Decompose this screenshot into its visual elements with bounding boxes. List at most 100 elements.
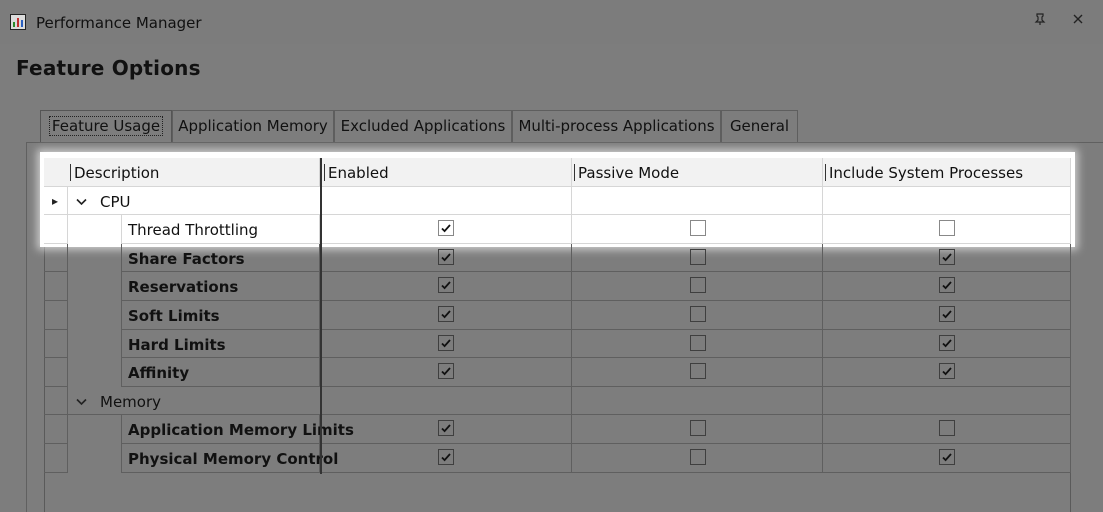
- system-cell: [823, 215, 1071, 244]
- system-checkbox[interactable]: [939, 220, 955, 237]
- row-selector[interactable]: [44, 415, 68, 444]
- grid-header-row: Description Enabled Passive Mode Include Sy…: [44, 158, 1071, 187]
- description-cell: Reservations: [122, 272, 320, 301]
- enabled-checkbox[interactable]: [438, 334, 454, 351]
- row-selector[interactable]: [44, 243, 68, 273]
- chevron-down-icon[interactable]: [76, 395, 87, 409]
- passive-checkbox[interactable]: [690, 220, 706, 237]
- row-selector[interactable]: [44, 444, 68, 473]
- column-header-passive-mode[interactable]: Passive Mode: [572, 158, 823, 187]
- system-checkbox[interactable]: [939, 363, 955, 380]
- close-icon[interactable]: [1068, 12, 1088, 30]
- group-row-memory[interactable]: Memory: [44, 386, 1071, 416]
- row-indent: [68, 329, 122, 359]
- enabled-checkbox[interactable]: [438, 220, 454, 237]
- row-selector[interactable]: [44, 272, 68, 301]
- passive-cell: [572, 272, 823, 301]
- passive-cell: [572, 444, 823, 473]
- enabled-cell: [320, 243, 572, 273]
- column-header-include-system-processes[interactable]: Include System Processes: [823, 158, 1071, 187]
- system-checkbox[interactable]: [939, 248, 955, 265]
- column-header-label: Enabled: [328, 164, 389, 182]
- passive-checkbox[interactable]: [690, 306, 706, 322]
- row-indent: [68, 243, 122, 273]
- system-checkbox[interactable]: [939, 449, 955, 465]
- column-divider: [320, 158, 322, 474]
- tab-general[interactable]: General: [721, 110, 798, 142]
- row-selector[interactable]: [44, 215, 68, 244]
- passive-checkbox[interactable]: [690, 248, 706, 265]
- passive-checkbox[interactable]: [690, 334, 706, 351]
- enabled-checkbox[interactable]: [438, 363, 454, 380]
- table-row[interactable]: Application Memory Limits: [44, 415, 1071, 444]
- description-cell: Thread Throttling: [122, 215, 320, 244]
- passive-checkbox[interactable]: [690, 420, 706, 437]
- table-row[interactable]: Affinity: [44, 358, 1071, 387]
- row-indent: [68, 358, 122, 387]
- column-header-label: Include System Processes: [829, 164, 1024, 182]
- feature-label: Thread Throttling: [128, 221, 259, 240]
- group-expander[interactable]: CPU: [68, 187, 320, 216]
- row-selector[interactable]: [44, 386, 68, 416]
- table-row[interactable]: Soft Limits: [44, 301, 1071, 330]
- enabled-cell: [320, 329, 572, 359]
- table-row[interactable]: Reservations: [44, 272, 1071, 301]
- row-selector[interactable]: ▸: [44, 186, 68, 216]
- enabled-checkbox[interactable]: [438, 449, 454, 465]
- system-checkbox[interactable]: [939, 420, 955, 437]
- description-cell: Hard Limits: [122, 329, 320, 359]
- column-separator: [70, 164, 71, 181]
- group-cell: [823, 186, 1071, 216]
- passive-checkbox[interactable]: [690, 363, 706, 380]
- column-header-label: Description: [74, 164, 160, 182]
- table-row[interactable]: Thread Throttling: [44, 215, 1071, 244]
- passive-checkbox[interactable]: [690, 277, 706, 294]
- chevron-down-icon[interactable]: [76, 195, 87, 209]
- title-bar: Performance Manager: [0, 0, 1103, 44]
- column-separator: [825, 164, 826, 181]
- enabled-cell: [320, 444, 572, 473]
- pin-icon[interactable]: [1030, 12, 1050, 30]
- table-row[interactable]: Physical Memory Control: [44, 444, 1071, 473]
- description-cell: Soft Limits: [122, 301, 320, 330]
- row-selector[interactable]: [44, 301, 68, 330]
- passive-checkbox[interactable]: [690, 449, 706, 465]
- column-separator: [574, 164, 575, 181]
- enabled-checkbox[interactable]: [438, 277, 454, 294]
- enabled-checkbox[interactable]: [438, 248, 454, 265]
- system-cell: [823, 358, 1071, 387]
- enabled-checkbox[interactable]: [438, 306, 454, 322]
- enabled-cell: [320, 415, 572, 444]
- tab-excluded-applications[interactable]: Excluded Applications: [334, 110, 512, 142]
- row-indent: [68, 215, 122, 244]
- system-cell: [823, 243, 1071, 273]
- group-expander[interactable]: Memory: [68, 387, 320, 416]
- group-label: Memory: [100, 392, 162, 411]
- enabled-checkbox[interactable]: [438, 420, 454, 437]
- system-checkbox[interactable]: [939, 334, 955, 351]
- group-cell: [320, 386, 572, 416]
- tab-application-memory[interactable]: Application Memory: [172, 110, 334, 142]
- row-selector[interactable]: [44, 358, 68, 387]
- group-row-cpu[interactable]: ▸ CPU: [44, 186, 1071, 216]
- table-row[interactable]: Share Factors: [44, 243, 1071, 273]
- column-header-enabled[interactable]: Enabled: [320, 158, 572, 187]
- feature-label: Physical Memory Control: [128, 450, 339, 468]
- row-indent: [68, 301, 122, 330]
- row-indent: [68, 272, 122, 301]
- row-selector[interactable]: [44, 329, 68, 359]
- description-cell: Physical Memory Control: [122, 444, 338, 473]
- table-row[interactable]: Hard Limits: [44, 329, 1071, 359]
- passive-cell: [572, 358, 823, 387]
- tab-multi-process-applications[interactable]: Multi-process Applications: [512, 110, 721, 142]
- row-indent: [68, 415, 122, 444]
- column-header-description[interactable]: Description: [44, 158, 320, 187]
- feature-label: Affinity: [128, 364, 190, 383]
- row-indent: [68, 444, 122, 473]
- feature-label: Reservations: [128, 278, 239, 297]
- enabled-cell: [320, 215, 572, 244]
- system-checkbox[interactable]: [939, 277, 955, 294]
- system-checkbox[interactable]: [939, 306, 955, 322]
- group-cell: [572, 386, 823, 416]
- tab-feature-usage[interactable]: Feature Usage: [40, 110, 172, 142]
